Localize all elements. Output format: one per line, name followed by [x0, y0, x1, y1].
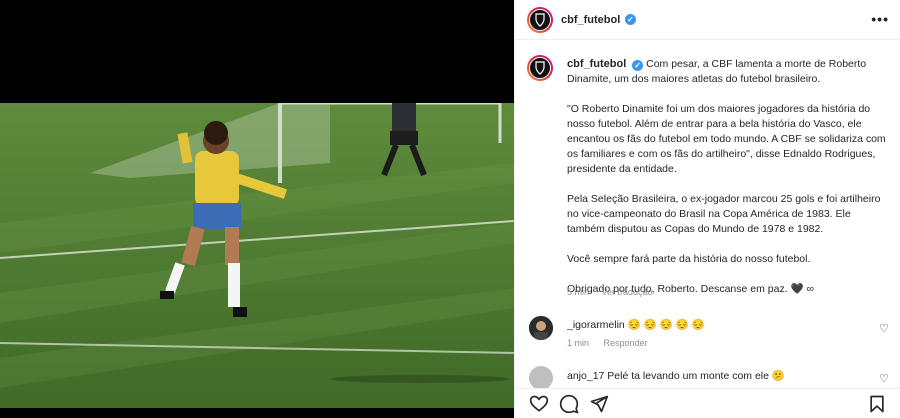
post-header: cbf_futebol ✓ ••• [515, 0, 900, 40]
caption-username[interactable]: cbf_futebol [567, 58, 626, 70]
more-options-icon[interactable]: ••• [871, 11, 889, 27]
share-icon[interactable] [589, 394, 609, 414]
heart-icon[interactable] [529, 394, 549, 414]
post-panel: cbf_futebol ✓ ••• cbf_futebol ✓ Com pesa… [514, 0, 900, 418]
comment-body: 😔 😔 😔 😔 😔 [627, 319, 705, 331]
post-media[interactable] [0, 0, 514, 418]
caption-meta: 5 min Ver tradução [567, 287, 663, 297]
commenter-username[interactable]: anjo_17 [567, 370, 604, 382]
author-username[interactable]: cbf_futebol [561, 14, 620, 26]
caption-paragraph-2: "O Roberto Dinamite foi um dos maiores j… [567, 103, 886, 175]
comment-icon[interactable] [559, 394, 579, 414]
commenter-username[interactable]: _igorarmelin [567, 319, 625, 331]
reply-button[interactable]: Responder [604, 338, 648, 348]
commenter-avatar[interactable] [529, 366, 553, 390]
post-caption: cbf_futebol ✓ Com pesar, a CBF lamenta a… [567, 57, 889, 312]
action-bar [515, 388, 900, 418]
verified-icon: ✓ [632, 60, 644, 71]
commenter-avatar[interactable] [529, 316, 553, 340]
comment-meta: 1 min Responder [567, 338, 660, 348]
verified-icon: ✓ [625, 14, 636, 25]
caption-paragraph-4: Você sempre fará parte da história do no… [567, 253, 811, 265]
cbf-logo-icon [529, 9, 551, 31]
caption-time: 5 min [567, 287, 590, 297]
post-photo [0, 103, 514, 408]
post-dialog: cbf_futebol ✓ ••• cbf_futebol ✓ Com pesa… [0, 0, 900, 418]
author-avatar[interactable] [527, 7, 553, 33]
comment-text: anjo_17 Pelé ta levando um monte com ele… [567, 369, 785, 382]
comment-time: 1 min [567, 338, 590, 348]
caption-paragraph-3: Pela Seleção Brasileira, o ex-jogador ma… [567, 193, 881, 235]
comment-body: Pelé ta levando um monte com ele 😕 [607, 370, 785, 382]
bookmark-icon[interactable] [867, 394, 887, 414]
cbf-logo-icon [529, 57, 551, 79]
comment-like-icon[interactable]: ♡ [879, 372, 889, 385]
comment-like-icon[interactable]: ♡ [879, 322, 889, 335]
comment-text: _igorarmelin 😔 😔 😔 😔 😔 [567, 318, 705, 331]
translate-link[interactable]: Ver tradução [602, 287, 653, 297]
caption-author-avatar[interactable] [527, 55, 553, 81]
